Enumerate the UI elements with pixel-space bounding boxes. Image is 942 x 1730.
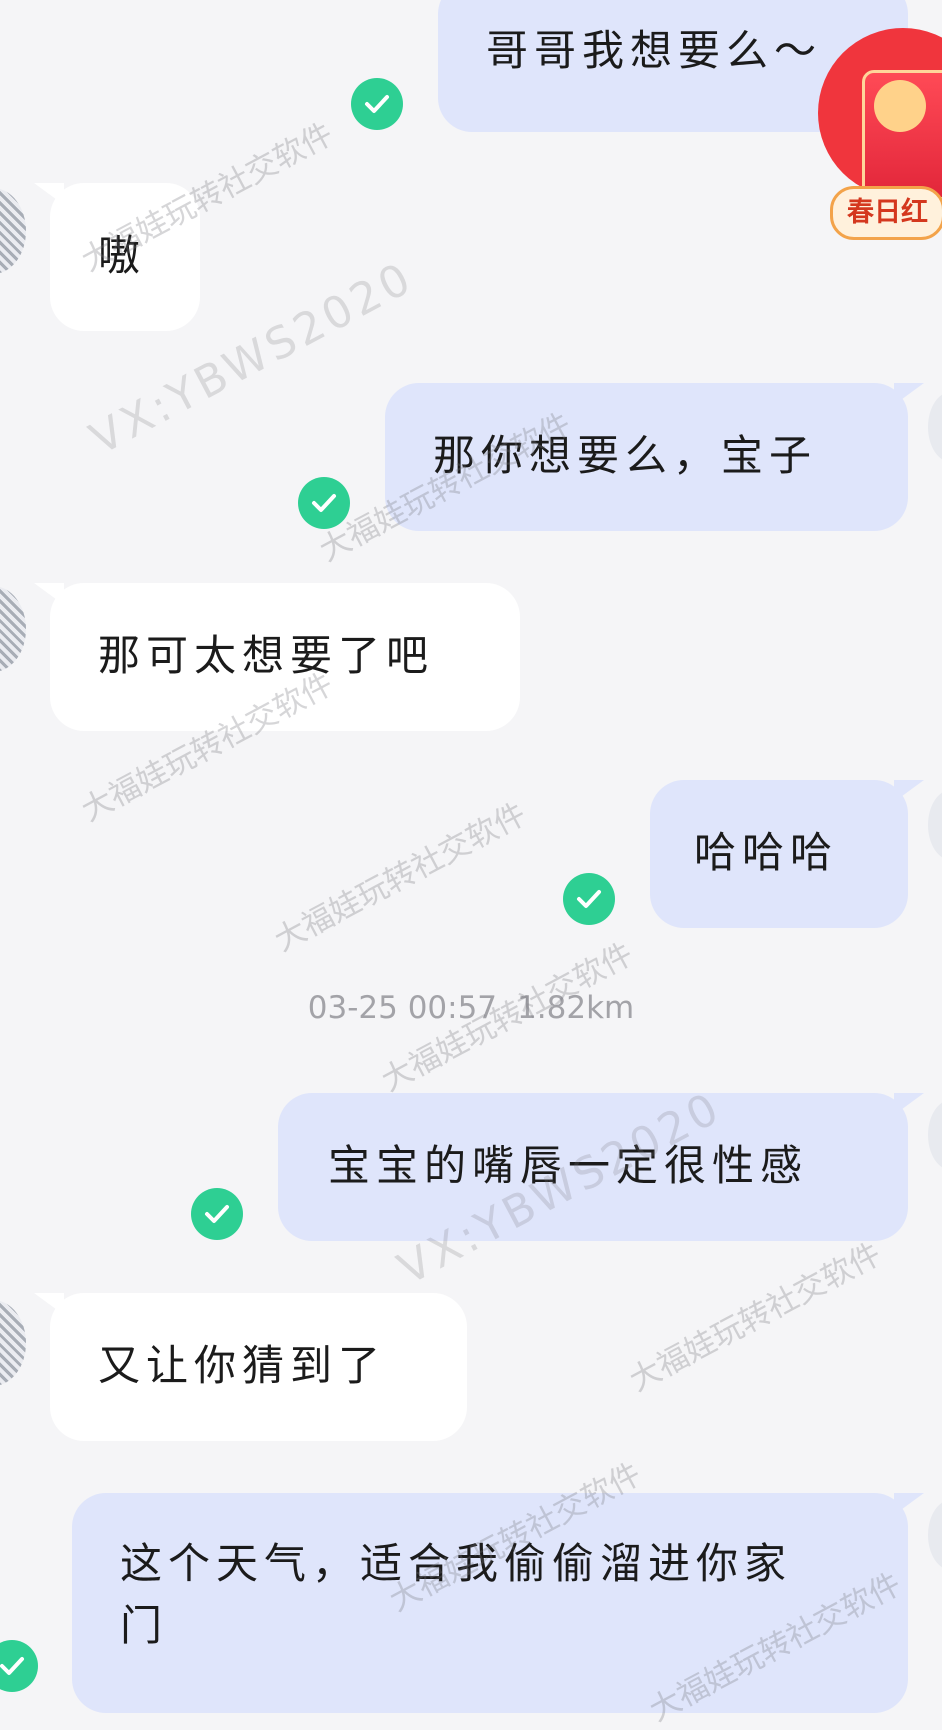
- watermark-text: 大福娃玩转社交软件: [623, 1236, 887, 1399]
- read-check-icon: [191, 1188, 243, 1240]
- message-bubble-sent[interactable]: 这个天气，适合我偷偷溜进你家门: [72, 1493, 908, 1713]
- timestamp-time: 03-25 00:57: [307, 990, 498, 1026]
- message-text: 那你想要么，宝子: [433, 431, 818, 480]
- message-text: 这个天气，适合我偷偷溜进你家门: [120, 1539, 793, 1650]
- message-bubble-received[interactable]: 那可太想要了吧: [50, 583, 520, 731]
- message-bubble-sent[interactable]: 宝宝的嘴唇一定很性感: [278, 1093, 908, 1241]
- red-packet-label: 春日红: [830, 186, 942, 240]
- message-text: 那可太想要了吧: [98, 631, 435, 680]
- message-timestamp: 03-25 00:57 1.82km: [0, 990, 942, 1026]
- envelope-seal-icon: [874, 80, 926, 132]
- read-check-icon: [0, 1640, 38, 1692]
- contact-avatar[interactable]: [0, 1300, 26, 1386]
- message-bubble-received[interactable]: 又让你猜到了: [50, 1293, 467, 1441]
- red-packet-floating-button[interactable]: 春日红: [818, 28, 942, 240]
- read-check-icon: [563, 873, 615, 925]
- my-avatar-edge[interactable]: [928, 1100, 942, 1170]
- my-avatar-edge[interactable]: [928, 790, 942, 860]
- read-check-icon: [298, 477, 350, 529]
- message-bubble-received[interactable]: 嗷: [50, 183, 200, 331]
- my-avatar-edge[interactable]: [928, 392, 942, 462]
- message-bubble-sent[interactable]: 那你想要么，宝子: [385, 383, 908, 531]
- contact-avatar[interactable]: [0, 188, 26, 274]
- message-text: 宝宝的嘴唇一定很性感: [328, 1141, 809, 1190]
- message-text: 哈哈哈: [694, 828, 839, 877]
- watermark-text: 大福娃玩转社交软件: [268, 796, 532, 959]
- message-text: 又让你猜到了: [98, 1341, 387, 1390]
- my-avatar-edge[interactable]: [928, 1500, 942, 1570]
- contact-avatar[interactable]: [0, 586, 26, 672]
- read-check-icon: [351, 78, 403, 130]
- message-text: 嗷: [98, 231, 147, 280]
- message-bubble-sent[interactable]: 哈哈哈: [650, 780, 908, 928]
- timestamp-distance: 1.82km: [517, 990, 635, 1026]
